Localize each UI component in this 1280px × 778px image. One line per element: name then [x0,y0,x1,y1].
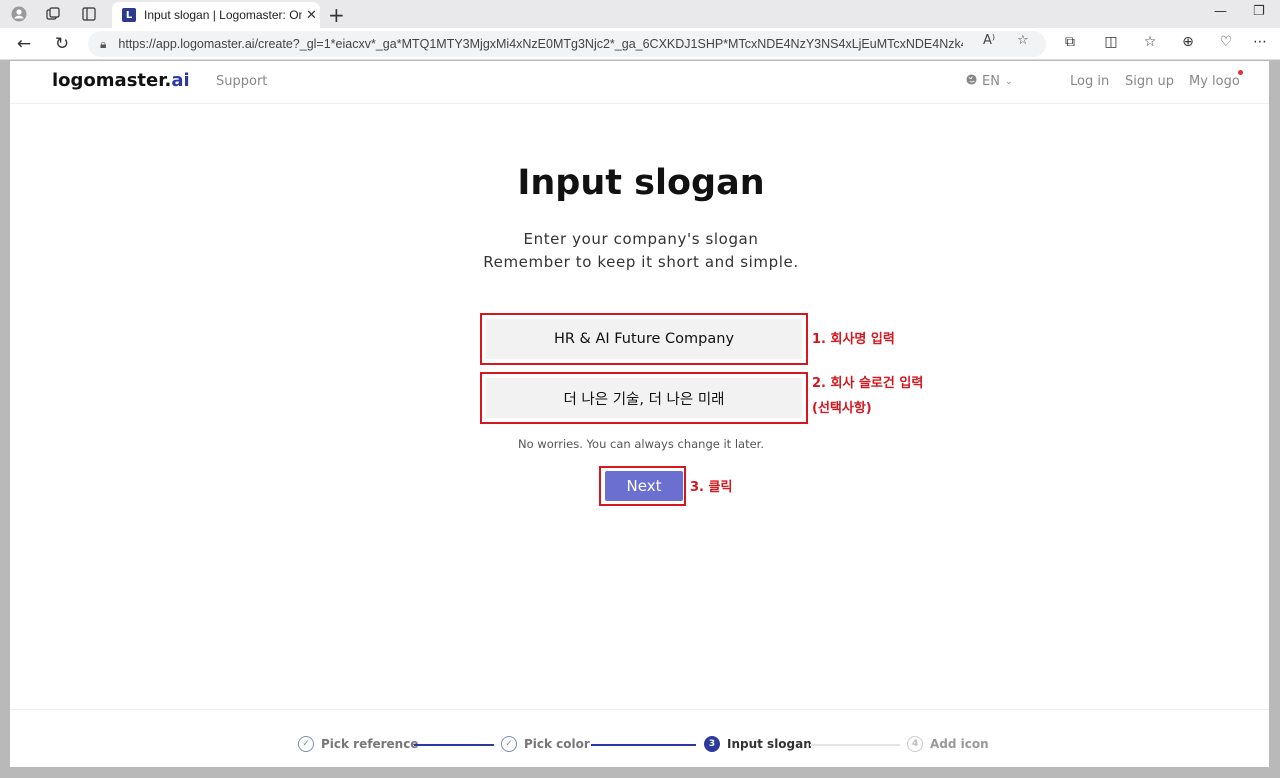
step-number-badge: 4 [907,736,923,752]
favorite-star-icon[interactable]: ☆ [1017,33,1029,48]
url-text[interactable]: https://app.logomaster.ai/create?_gl=1*e… [118,37,963,51]
hint-text: No worries. You can always change it lat… [518,437,764,451]
step-connector [591,744,696,746]
annotation-box-slogan: 더 나은 기술, 더 나은 미래 [480,372,808,424]
login-link[interactable]: Log in [1070,74,1109,89]
notification-dot [1238,70,1243,75]
slogan-input[interactable]: 더 나은 기술, 더 나은 미래 [486,378,802,418]
page-viewport: logomaster.ai Support EN ⌄ Log in Sign u… [10,61,1269,767]
read-aloud-icon[interactable]: A⁾ [983,33,995,48]
signup-link[interactable]: Sign up [1125,74,1174,89]
address-bar[interactable]: 🔒︎ https://app.logomaster.ai/create?_gl=… [88,31,1046,57]
step-connector [414,744,494,746]
lock-icon[interactable]: 🔒︎ [100,37,106,52]
globe-icon [966,74,977,89]
refresh-icon[interactable]: ↻ [52,34,72,54]
chevron-down-icon: ⌄ [1004,76,1013,87]
annotation-step-2-line-2: (선택사항) [812,401,872,416]
close-tab-icon[interactable]: ✕ [306,8,317,23]
favorites-icon[interactable]: ☆ [1140,34,1160,50]
step-number-badge: 3 [704,736,720,752]
new-tab-icon[interactable]: + [328,3,345,27]
step-pick-color[interactable]: ✓ Pick color [501,736,590,752]
step-label: Add icon [930,737,989,751]
step-connector [810,744,900,746]
step-pick-reference[interactable]: ✓ Pick reference [298,736,418,752]
step-label: Input slogan [727,737,812,751]
restore-icon[interactable]: ❐ [1253,4,1265,19]
back-icon[interactable]: ← [14,34,34,54]
step-input-slogan[interactable]: 3 Input slogan [704,736,812,752]
step-label: Pick color [524,737,590,751]
annotation-box-next: Next [599,466,686,506]
subtitle-line-2: Remember to keep it short and simple. [483,253,799,271]
logo-text: logomaster. [52,70,172,91]
site-header: logomaster.ai Support EN ⌄ Log in Sign u… [10,61,1269,104]
more-menu-icon[interactable]: ⋯ [1250,34,1270,50]
site-logo[interactable]: logomaster.ai [52,70,190,91]
page-title: Input slogan [517,163,765,203]
company-name-input[interactable]: HR & AI Future Company [486,319,802,359]
check-circle-icon: ✓ [298,736,314,752]
language-selector[interactable]: EN ⌄ [966,74,1013,89]
logo-ai-text: ai [171,70,190,91]
split-screen-icon[interactable]: ◫ [1101,34,1121,50]
annotation-step-1: 1. 회사명 입력 [812,332,895,347]
language-label: EN [982,74,1000,89]
support-link[interactable]: Support [216,74,267,89]
annotation-step-3: 3. 클릭 [690,480,733,495]
logomaster-favicon-icon: L [122,8,136,22]
annotation-box-company: HR & AI Future Company [480,313,808,365]
my-logo-link[interactable]: My logo [1189,74,1240,89]
tab-title: Input slogan | Logomaster: Online Logo M… [144,8,302,22]
progress-stepper: ✓ Pick reference ✓ Pick color 3 Input sl… [10,709,1269,767]
minimize-icon[interactable]: — [1214,4,1227,19]
browser-tab-active[interactable]: L Input slogan | Logomaster: Online Logo… [112,2,320,28]
extensions-icon[interactable]: ⧉ [1060,34,1080,50]
collections-icon[interactable]: ⊕ [1178,34,1198,50]
step-label: Pick reference [321,737,419,751]
browser-tab-bar: L Input slogan | Logomaster: Online Logo… [0,0,1280,28]
browser-essentials-icon[interactable]: ♡ [1216,34,1236,50]
next-button[interactable]: Next [605,471,683,501]
profile-icon[interactable] [10,5,28,23]
tab-actions-icon[interactable] [80,5,98,23]
subtitle-line-1: Enter your company's slogan [523,230,759,248]
check-circle-icon: ✓ [501,736,517,752]
annotation-step-2-line-1: 2. 회사 슬로건 입력 [812,376,924,391]
workspaces-icon[interactable] [44,5,62,23]
browser-toolbar: ← ↻ 🔒︎ https://app.logomaster.ai/create?… [0,28,1280,60]
step-add-icon[interactable]: 4 Add icon [907,736,989,752]
